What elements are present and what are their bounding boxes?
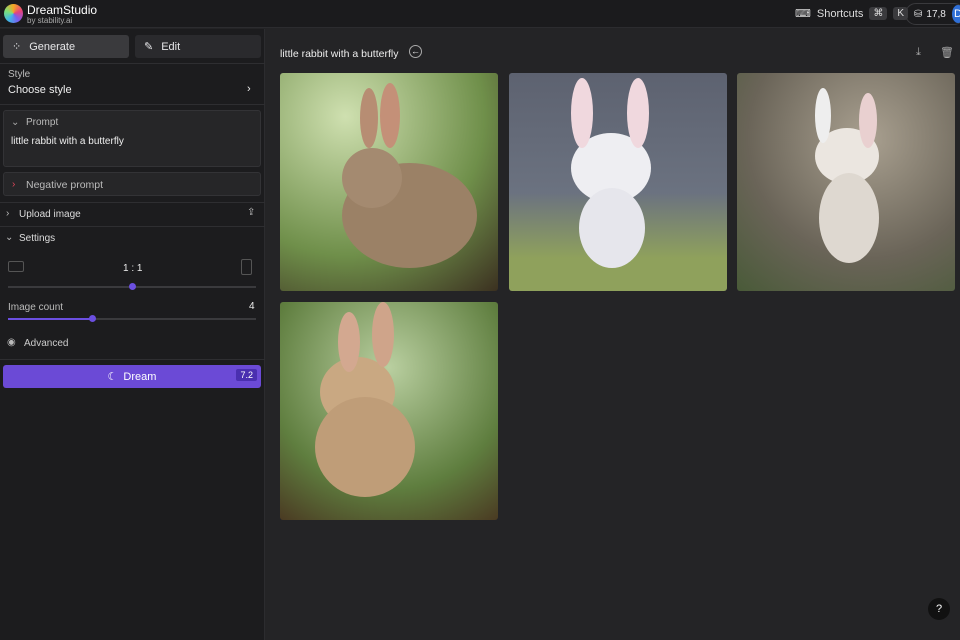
shortcuts-button[interactable]: ⌨ Shortcuts ⌘ K	[795, 7, 909, 20]
download-icon[interactable]: ⤓	[916, 46, 921, 59]
slider-handle[interactable]	[89, 315, 97, 322]
aspect-ratio-slider[interactable]	[8, 283, 256, 290]
negative-prompt-label: Negative prompt	[26, 179, 104, 191]
tab-edit-label: Edit	[161, 40, 181, 53]
top-bar: DreamStudio by stability.ai ⌨ Shortcuts …	[0, 0, 960, 28]
avatar[interactable]: D	[951, 5, 960, 23]
coins-icon: ⛁	[914, 8, 923, 20]
upload-image-label: Upload image	[19, 209, 81, 220]
prompt-title: little rabbit with a butterfly	[280, 48, 399, 60]
credits-count: 17,8	[926, 8, 946, 20]
chevron-right-icon: ›	[6, 208, 10, 219]
reuse-prompt-icon[interactable]: ←	[409, 45, 422, 58]
sidebar: ⁘ Generate ✎ Edit Style Choose style › ⌄ P…	[0, 29, 265, 640]
grid-icon: ⁘	[12, 41, 22, 53]
app-byline: by stability.ai	[27, 16, 73, 25]
app-name: DreamStudio	[27, 3, 98, 17]
prompt-input[interactable]: little rabbit with a butterfly	[11, 136, 124, 147]
shortcuts-label: Shortcuts	[816, 7, 864, 20]
style-value: Choose style	[8, 84, 72, 96]
help-button[interactable]: ?	[928, 598, 950, 620]
upload-icon[interactable]: ⇪	[247, 207, 255, 218]
dream-button[interactable]: ☾ Dream 7.2	[3, 365, 261, 388]
tab-generate[interactable]: ⁘ Generate	[3, 35, 129, 58]
chevron-down-icon: ⌄	[11, 117, 20, 128]
eye-icon: ◉	[7, 337, 16, 348]
landscape-icon[interactable]	[8, 261, 24, 272]
negative-prompt-toggle[interactable]: › Negative prompt	[3, 172, 261, 196]
generated-image-4[interactable]	[280, 302, 498, 520]
generated-image-1[interactable]	[280, 73, 498, 291]
image-count-slider[interactable]	[8, 315, 256, 322]
chevron-right-icon: ›	[12, 179, 16, 190]
keyboard-icon: ⌨	[795, 8, 811, 20]
chevron-right-icon: ›	[247, 83, 251, 95]
image-count-label: Image count	[8, 302, 64, 313]
moon-icon: ☾	[107, 371, 118, 383]
dreamstudio-logo	[4, 4, 23, 23]
cmd-key: ⌘	[869, 7, 888, 20]
edit-icon: ✎	[144, 41, 154, 53]
dream-label: Dream	[123, 370, 157, 383]
aspect-ratio-value: 1 : 1	[123, 263, 143, 274]
advanced-label: Advanced	[24, 338, 69, 349]
style-label: Style	[8, 69, 31, 80]
prompt-label: Prompt	[26, 117, 59, 128]
prompt-box[interactable]: ⌄ Prompt little rabbit with a butterfly	[3, 110, 261, 167]
slider-handle[interactable]	[129, 283, 136, 290]
portrait-icon[interactable]	[241, 259, 252, 275]
credits-button[interactable]: ⛁ 17,8 D	[905, 3, 960, 25]
settings-label[interactable]: Settings	[19, 233, 55, 244]
tab-generate-label: Generate	[29, 40, 76, 53]
chevron-down-icon: ⌄	[5, 232, 14, 243]
trash-icon[interactable]: 🗑	[940, 46, 954, 59]
image-count-value: 4	[249, 301, 255, 312]
dream-cost: 7.2	[236, 369, 257, 381]
generated-image-3[interactable]	[737, 73, 955, 291]
tab-edit[interactable]: ✎ Edit	[135, 35, 261, 58]
generated-image-2[interactable]	[509, 73, 727, 291]
